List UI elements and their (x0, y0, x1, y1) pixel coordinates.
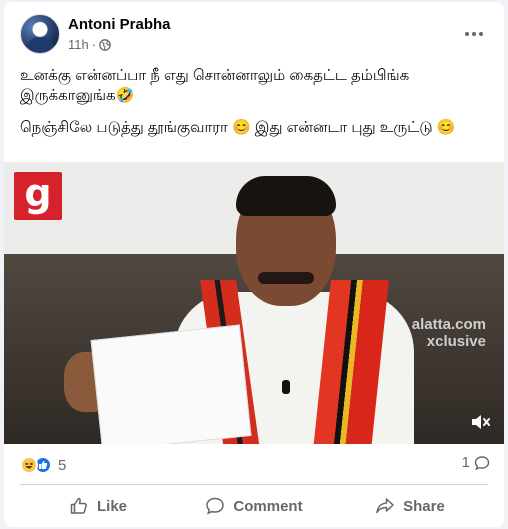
more-icon-dot (479, 32, 483, 36)
post-card: Antoni Prabha 11h · உனக்கு என்னப்பா நீ எ… (4, 2, 504, 527)
mute-button[interactable] (466, 408, 494, 436)
like-button[interactable]: Like (20, 488, 176, 524)
meta-separator: · (91, 37, 97, 52)
video-person-moustache (258, 272, 314, 284)
haha-reaction-icon (20, 456, 38, 474)
author-avatar[interactable] (20, 14, 60, 54)
video-paper (90, 324, 252, 444)
more-options-button[interactable] (458, 18, 490, 50)
globe-icon[interactable] (99, 38, 111, 51)
post-text-line: உனக்கு என்னப்பா நீ எது சொன்னாலும் கைதட்ட… (20, 67, 410, 104)
share-button[interactable]: Share (332, 488, 488, 524)
post-meta: 11h · (68, 37, 111, 52)
post-time[interactable]: 11h (68, 37, 89, 52)
more-icon-dot (472, 32, 476, 36)
watermark-line: xclusive (426, 333, 486, 350)
comment-icon (206, 497, 225, 515)
video-watermark: alatta.com xclusive (412, 316, 486, 350)
like-label: Like (96, 497, 127, 515)
share-label: Share (403, 497, 445, 515)
reaction-summary[interactable]: 5 (20, 454, 66, 476)
reaction-count: 5 (58, 456, 67, 474)
like-icon (70, 497, 87, 514)
post-header: Antoni Prabha 11h · (20, 14, 490, 58)
comment-label: Comment (233, 497, 303, 515)
comment-button[interactable]: Comment (176, 488, 332, 524)
channel-logo: g (14, 172, 62, 220)
more-icon (465, 32, 469, 36)
video-lapel-mic (282, 380, 290, 394)
post-text: உனக்கு என்னப்பா நீ எது சொன்னாலும் கைதட்ட… (20, 66, 480, 150)
comment-count: 1 (461, 454, 470, 471)
video-player[interactable]: g alatta.com xclusive (4, 162, 504, 444)
watermark-line: alatta.com (411, 316, 486, 333)
video-person-hair (236, 176, 336, 216)
post-text-line: நெஞ்சிலே படுத்து தூங்குவாரா 😊 இது என்னடா… (20, 119, 456, 136)
mute-icon (472, 415, 490, 429)
comment-bubble-icon (474, 455, 490, 470)
post-actions: Like Comment Share (20, 488, 488, 524)
comment-count-link[interactable]: 1 (462, 454, 490, 471)
share-icon (376, 498, 394, 514)
channel-logo-letter: g (24, 171, 52, 215)
action-divider (20, 484, 488, 485)
author-name[interactable]: Antoni Prabha (68, 16, 171, 33)
